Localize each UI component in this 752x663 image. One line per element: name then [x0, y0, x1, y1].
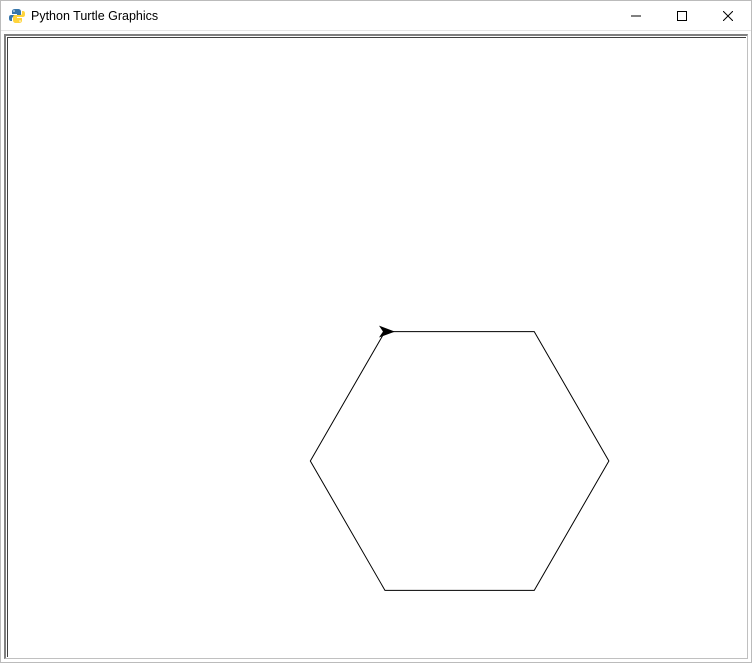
canvas-border: [4, 34, 748, 659]
maximize-button[interactable]: [659, 1, 705, 30]
minimize-button[interactable]: [613, 1, 659, 30]
maximize-icon: [677, 11, 687, 21]
titlebar[interactable]: Python Turtle Graphics: [1, 1, 751, 31]
application-window: Python Turtle Graphics: [0, 0, 752, 663]
close-button[interactable]: [705, 1, 751, 30]
close-icon: [723, 11, 733, 21]
canvas-container: [1, 31, 751, 662]
turtle-drawing-area: [8, 38, 746, 657]
app-icon: [9, 8, 25, 24]
minimize-icon: [631, 11, 641, 21]
window-controls: [613, 1, 751, 30]
window-title: Python Turtle Graphics: [31, 9, 613, 23]
turtle-cursor-icon: [379, 326, 395, 338]
turtle-canvas: [7, 37, 746, 657]
hexagon-shape: [310, 332, 609, 591]
